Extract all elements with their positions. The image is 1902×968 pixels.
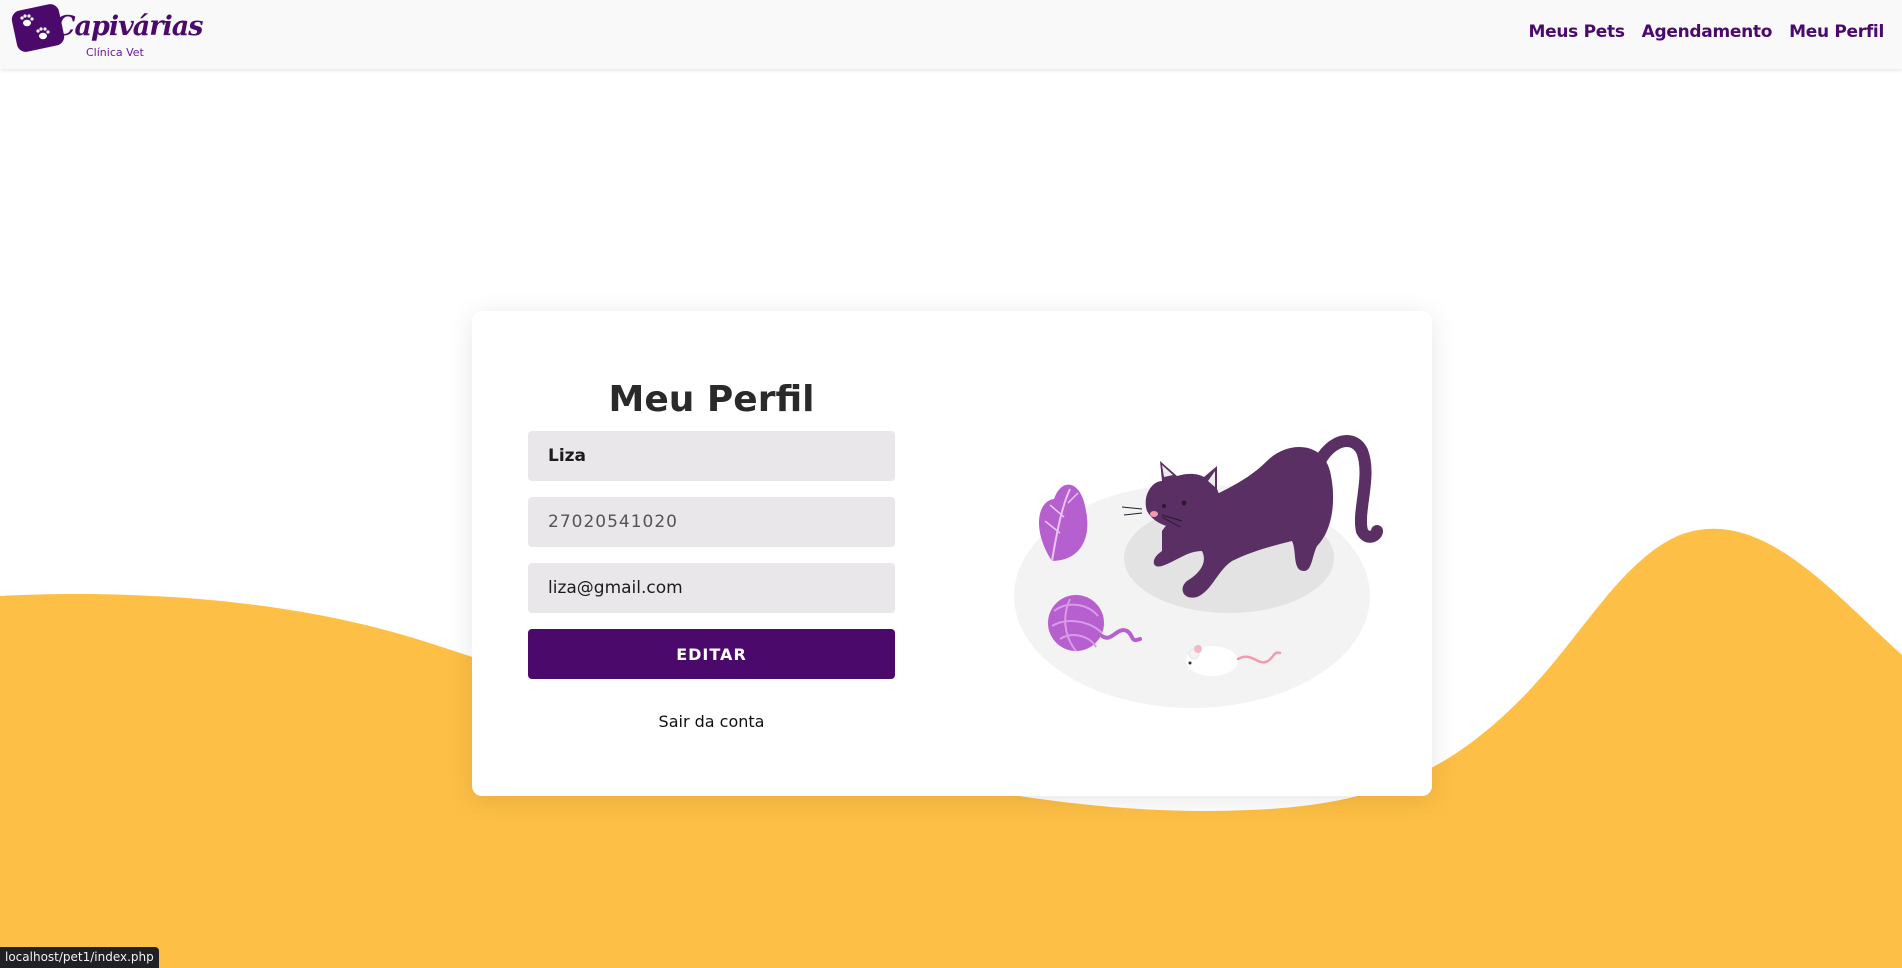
brand-subtitle: Clínica Vet: [86, 46, 144, 59]
cat-playing-illustration: [1014, 435, 1383, 708]
nav-link-meu-perfil[interactable]: Meu Perfil: [1789, 22, 1884, 42]
top-navbar: Capivárias Clínica Vet Meus Pets Agendam…: [0, 0, 1902, 69]
browser-status-bar: localhost/pet1/index.php: [0, 947, 159, 968]
main-nav: Meus Pets Agendamento Meu Perfil: [1529, 22, 1885, 42]
page-title: Meu Perfil: [608, 379, 815, 420]
name-field[interactable]: [528, 431, 895, 481]
brand-name: Capivárias: [54, 11, 203, 42]
edit-button[interactable]: EDITAR: [528, 629, 895, 679]
logout-link[interactable]: Sair da conta: [528, 712, 895, 731]
phone-field[interactable]: [528, 497, 895, 547]
nav-link-meus-pets[interactable]: Meus Pets: [1529, 22, 1625, 42]
nav-link-agendamento[interactable]: Agendamento: [1642, 22, 1773, 42]
email-field[interactable]: [528, 563, 895, 613]
profile-card: Meu Perfil EDITAR Sair da conta: [472, 311, 1432, 796]
brand-logo[interactable]: Capivárias Clínica Vet: [10, 3, 203, 63]
